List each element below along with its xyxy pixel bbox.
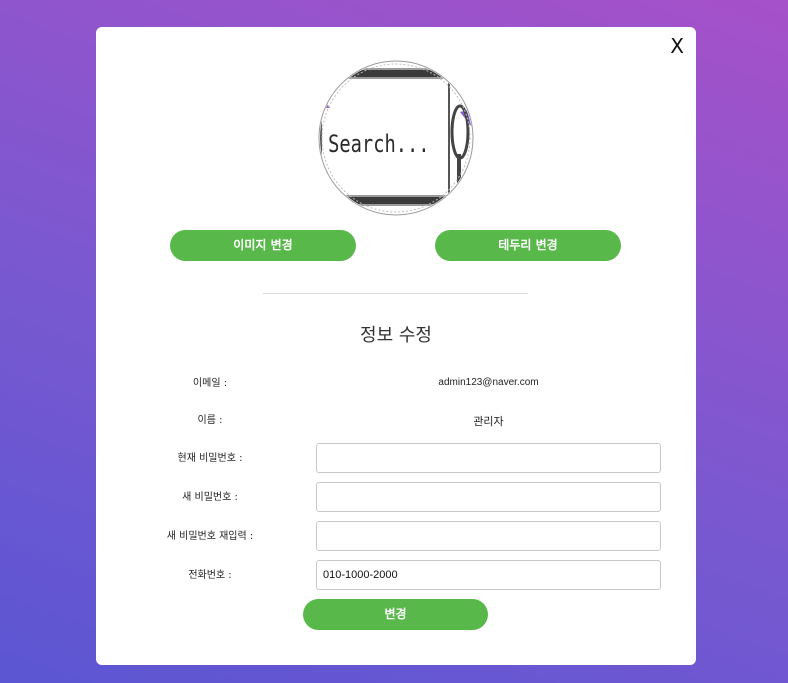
email-value: admin123@naver.com [438,377,539,388]
confirm-password-label: 새 비밀번호 재입력 : [166,531,254,542]
email-label: 이메일 : [192,378,228,389]
current-password-field[interactable] [316,443,661,473]
divider [263,293,528,294]
close-button[interactable]: X [670,35,684,57]
confirm-password-field[interactable] [316,521,661,551]
phone-label: 전화번호 : [188,570,232,581]
current-password-label: 현재 비밀번호 : [177,453,243,464]
edit-profile-modal: X Search... 이미지 변경 테두리 변경 정보 수정 이메일: ad… [96,27,696,665]
change-image-button[interactable]: 이미지 변경 [170,230,356,261]
avatar: Search... [318,60,474,216]
new-password-field[interactable] [316,482,661,512]
change-border-button[interactable]: 테두리 변경 [435,230,621,261]
avatar-text: Search... [328,131,429,159]
section-title: 정보 수정 [360,325,432,346]
submit-button[interactable]: 변경 [303,599,488,630]
name-label: 이름 : [197,415,223,426]
phone-field[interactable] [316,560,661,590]
name-value: 관리자 [473,415,504,428]
new-password-label: 새 비밀번호 : [182,492,238,503]
avatar-image: Search... [318,60,474,216]
